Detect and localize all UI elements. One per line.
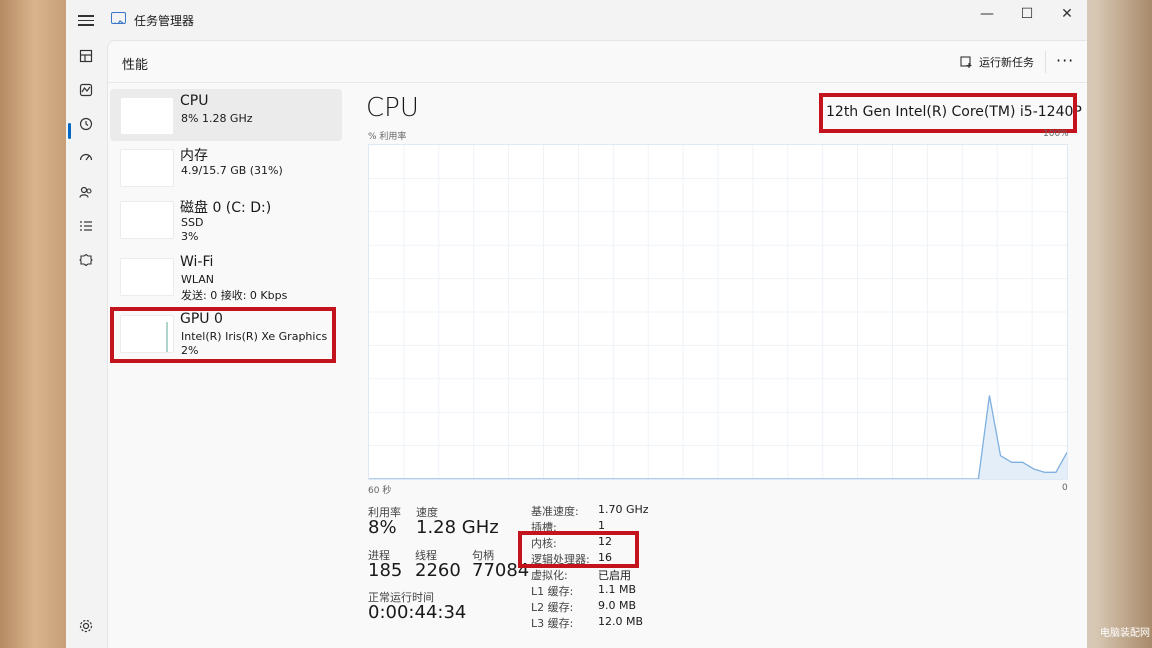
main-content: 性能 运行新任务 ··· CPU 8% 1.28 GHz 内存 4.9/15.7… [107,40,1087,648]
spec-label: L2 缓存: [531,601,574,614]
menu-icon[interactable] [78,12,94,28]
resource-title: 内存 [180,148,208,164]
gear-icon [79,619,93,633]
resource-item-disk[interactable]: 磁盘 0 (C: D:) SSD 3% [110,193,342,245]
run-new-task-button[interactable]: 运行新任务 [960,54,1034,70]
spec-label: L3 缓存: [531,617,574,630]
threads-value: 2260 [415,560,461,581]
cpu-utilization-graph [368,144,1068,480]
spec-value: 已启用 [598,569,631,582]
services-icon [79,253,93,267]
details-icon [80,221,92,231]
nav-startup-apps[interactable] [74,146,98,170]
performance-icon [79,83,93,97]
cpu-graph-svg [369,145,1068,480]
resource-subtitle: WLAN [181,273,215,286]
speed-value: 1.28 GHz [416,517,499,538]
resource-thumbnail [120,258,174,296]
spec-value: 12.0 MB [598,615,644,628]
nav-rail [66,40,107,648]
resource-detail: 发送: 0 接收: 0 Kbps [181,289,288,302]
spec-label: 基准速度: [531,505,579,518]
nav-selection-indicator [68,123,71,139]
app-history-icon [79,117,93,131]
spec-label: L1 缓存: [531,585,574,598]
graph-x-end-label: 0 [1062,483,1068,493]
nav-users[interactable] [74,180,98,204]
graph-max-label: 100% [1043,129,1069,139]
users-icon [79,186,92,198]
resource-title: Wi-Fi [180,254,214,270]
resource-thumbnail [120,97,174,135]
resource-thumbnail [120,201,174,239]
close-button[interactable]: ✕ [1047,0,1087,28]
startup-apps-icon [79,153,93,161]
app-title: 任务管理器 [134,14,195,28]
cores-highlight-box [518,531,639,568]
minimize-button[interactable]: — [967,0,1007,28]
resource-item-memory[interactable]: 内存 4.9/15.7 GB (31%) [110,141,342,193]
run-task-icon [960,55,972,68]
header-separator [108,82,1087,83]
graph-y-label: % 利用率 [368,132,407,142]
graph-x-start-label: 60 秒 [368,486,392,496]
title-bar: 任务管理器 — ☐ ✕ [66,0,1087,40]
header-divider [1045,51,1046,73]
cpu-model-highlight-box [819,93,1077,133]
processes-value: 185 [368,560,403,581]
resource-title: 磁盘 0 (C: D:) [180,200,272,216]
spec-label: 虚拟化: [531,569,568,582]
nav-details[interactable] [74,214,98,238]
run-new-task-label: 运行新任务 [979,56,1034,69]
task-manager-app-icon [111,12,126,24]
spec-value: 1.1 MB [598,583,637,596]
spec-value: 9.0 MB [598,599,637,612]
resource-detail: 3% [181,230,199,243]
resource-title: CPU [180,93,209,109]
more-options-button[interactable]: ··· [1056,51,1074,70]
spec-value: 1.70 GHz [598,503,649,516]
watermark: 电脑装配网 [1100,628,1150,639]
resource-item-wifi[interactable]: Wi-Fi WLAN 发送: 0 接收: 0 Kbps [110,250,342,302]
resource-subtitle: 4.9/15.7 GB (31%) [181,164,283,177]
settings-button[interactable] [78,618,96,636]
resource-subtitle: SSD [181,216,204,229]
nav-app-history[interactable] [74,112,98,136]
utilization-value: 8% [368,517,397,538]
task-manager-window: 任务管理器 — ☐ ✕ 性能 运行新任务 ··· CPU 8% 1.28 GHz… [66,0,1087,648]
nav-services[interactable] [74,248,98,272]
cpu-title: CPU [366,93,419,123]
nav-performance[interactable] [74,78,98,102]
resource-subtitle: 8% 1.28 GHz [181,112,253,125]
gpu-highlight-box [110,307,336,363]
maximize-button[interactable]: ☐ [1007,0,1047,28]
nav-processes[interactable] [74,44,98,68]
page-title: 性能 [122,58,149,73]
processes-icon [79,49,93,63]
resource-thumbnail [120,149,174,187]
uptime-value: 0:00:44:34 [368,602,467,623]
resource-item-cpu[interactable]: CPU 8% 1.28 GHz [110,89,342,141]
